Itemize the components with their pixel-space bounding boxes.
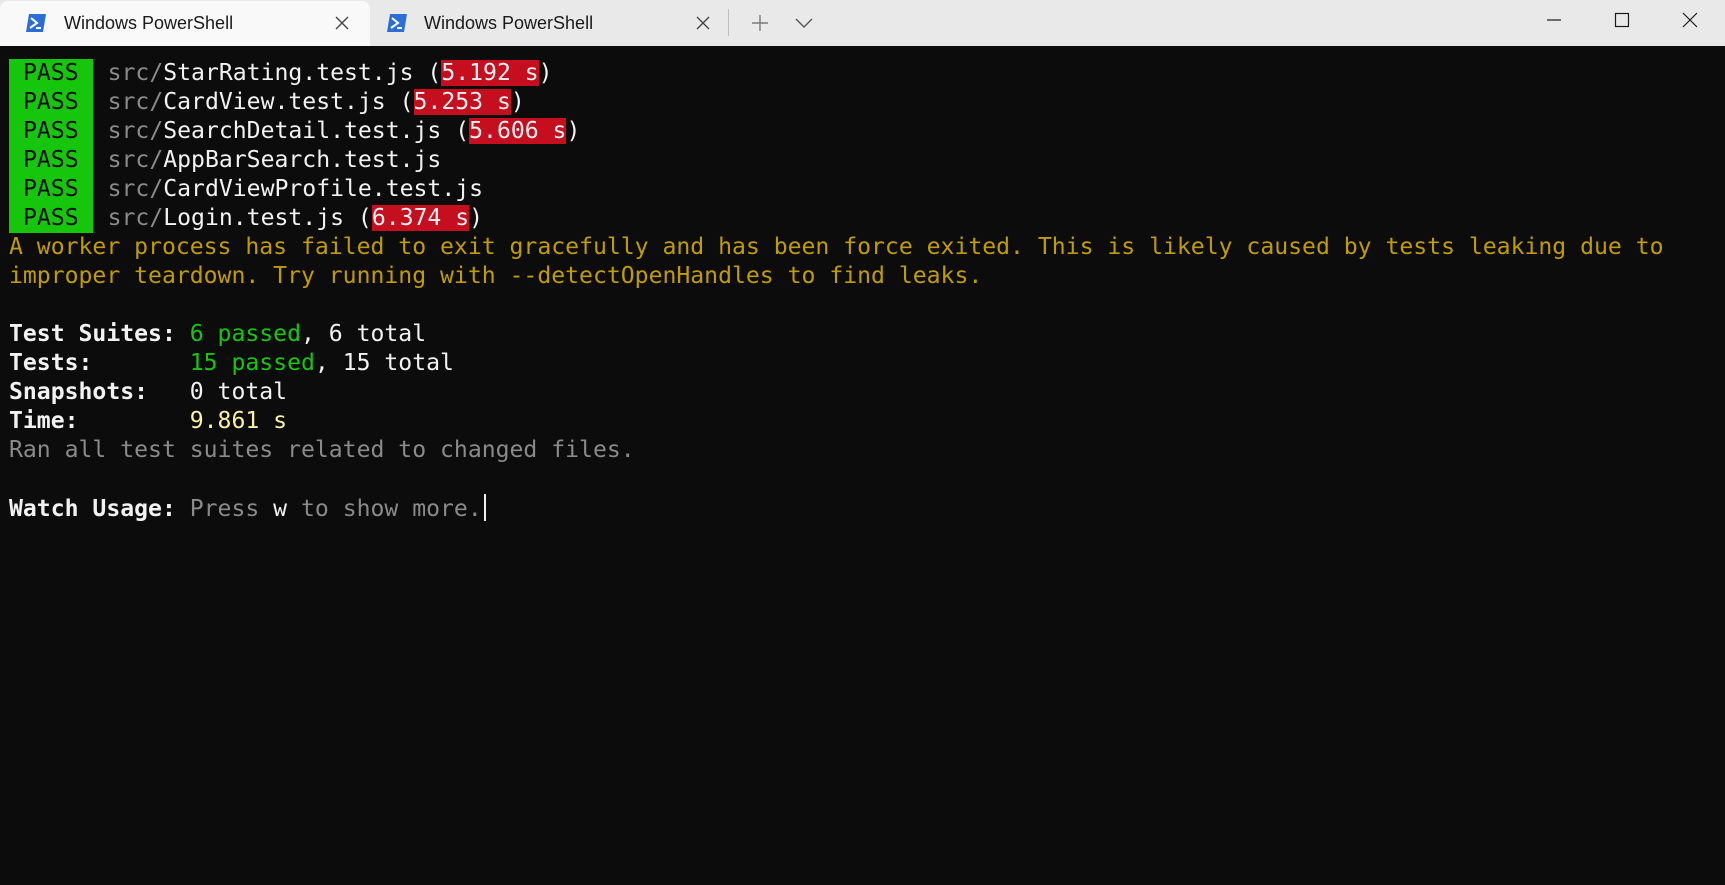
tests-passed: 15 passed bbox=[189, 350, 315, 376]
test-time-badge: 6.374 s bbox=[371, 205, 470, 231]
paren-open: ( bbox=[441, 118, 470, 144]
terminal-window: Windows PowerShell Windows PowerShell PA… bbox=[0, 0, 1725, 885]
powershell-icon bbox=[387, 14, 407, 32]
tests-total: , 15 total bbox=[314, 350, 454, 376]
minimize-button[interactable] bbox=[1520, 0, 1588, 40]
maximize-button[interactable] bbox=[1588, 0, 1656, 40]
powershell-icon bbox=[26, 14, 46, 32]
watch-rest: to show more. bbox=[287, 496, 482, 522]
summary-label: Tests: bbox=[9, 350, 190, 376]
new-tab-plus-icon[interactable] bbox=[741, 8, 779, 38]
tab-divider bbox=[728, 9, 729, 36]
minimize-icon bbox=[1547, 19, 1561, 21]
test-time-badge: 5.606 s bbox=[469, 118, 567, 144]
summary-label: Snapshots: bbox=[9, 379, 190, 405]
file-name: StarRating.test.js bbox=[163, 60, 414, 86]
file-name: Login.test.js bbox=[163, 205, 344, 231]
terminal-output[interactable]: PASS src/StarRating.test.js (5.192 s) PAS… bbox=[9, 59, 1719, 523]
summary-tests: Tests: 15 passed, 15 total bbox=[9, 349, 1719, 378]
close-icon bbox=[1682, 12, 1698, 28]
close-window-button[interactable] bbox=[1656, 0, 1724, 40]
file-dir: src/ bbox=[107, 89, 164, 115]
tab-title: Windows PowerShell bbox=[424, 13, 594, 33]
suites-total: , 6 total bbox=[300, 321, 427, 347]
summary-time: Time: 9.861 s bbox=[9, 407, 1719, 436]
watch-key: w bbox=[273, 496, 288, 522]
worker-warning-line: improper teardown. Try running with --de… bbox=[9, 263, 983, 289]
ran-all-line: Ran all test suites related to changed f… bbox=[9, 437, 635, 463]
watch-press: Press bbox=[189, 496, 274, 522]
tab-powershell-1[interactable]: Windows PowerShell bbox=[0, 1, 370, 46]
paren-close: ) bbox=[566, 118, 581, 144]
file-dir: src/ bbox=[107, 118, 164, 144]
chevron-down-icon[interactable] bbox=[785, 8, 823, 38]
text-cursor bbox=[483, 494, 486, 521]
tab-title: Windows PowerShell bbox=[64, 13, 234, 33]
summary-label: Time: bbox=[9, 408, 190, 434]
title-bar[interactable]: Windows PowerShell Windows PowerShell bbox=[0, 0, 1725, 46]
watch-usage-line[interactable]: Watch Usage: Press w to show more. bbox=[9, 494, 1719, 523]
test-time-badge: 5.192 s bbox=[441, 60, 539, 86]
summary-suites: Test Suites: 6 passed, 6 total bbox=[9, 320, 1719, 349]
suites-passed: 6 passed bbox=[189, 321, 301, 347]
paren-open: ( bbox=[344, 205, 372, 231]
file-dir: src/ bbox=[107, 147, 164, 173]
paren-close: ) bbox=[469, 205, 484, 231]
file-dir: src/ bbox=[107, 205, 164, 231]
test-result-line: PASS src/CardView.test.js (5.253 s) bbox=[9, 88, 1719, 117]
maximize-icon bbox=[1614, 12, 1630, 28]
test-result-line: PASS src/SearchDetail.test.js (5.606 s) bbox=[9, 117, 1719, 146]
worker-warning-line: A worker process has failed to exit grac… bbox=[9, 234, 1664, 260]
paren-open: ( bbox=[413, 60, 442, 86]
file-dir: src/ bbox=[107, 60, 164, 86]
paren-close: ) bbox=[538, 60, 553, 86]
pass-badge: PASS bbox=[9, 146, 93, 175]
test-result-line: PASS src/AppBarSearch.test.js bbox=[9, 146, 1719, 175]
time-value: 9.861 s bbox=[189, 408, 288, 434]
file-dir: src/ bbox=[107, 176, 164, 202]
watch-label: Watch Usage: bbox=[9, 496, 190, 522]
summary-snapshots: Snapshots: 0 total bbox=[9, 378, 1719, 407]
summary-label: Test Suites: bbox=[9, 321, 190, 347]
file-name: SearchDetail.test.js bbox=[163, 118, 442, 144]
tab-powershell-2[interactable]: Windows PowerShell bbox=[372, 1, 727, 46]
pass-badge: PASS bbox=[9, 59, 93, 88]
test-result-line: PASS src/CardViewProfile.test.js bbox=[9, 175, 1719, 204]
snapshots-value: 0 total bbox=[189, 379, 288, 405]
file-name: CardView.test.js bbox=[163, 89, 386, 115]
tab-close-icon[interactable] bbox=[694, 14, 712, 32]
test-result-line: PASS src/StarRating.test.js (5.192 s) bbox=[9, 59, 1719, 88]
pass-badge: PASS bbox=[9, 88, 93, 117]
pass-badge: PASS bbox=[9, 117, 93, 146]
test-result-line: PASS src/Login.test.js (6.374 s) bbox=[9, 204, 1719, 233]
file-name: CardViewProfile.test.js bbox=[163, 176, 484, 202]
pass-badge: PASS bbox=[9, 204, 93, 233]
pass-badge: PASS bbox=[9, 175, 93, 204]
tab-close-icon[interactable] bbox=[333, 14, 351, 32]
paren-open: ( bbox=[385, 89, 414, 115]
test-time-badge: 5.253 s bbox=[413, 89, 511, 115]
paren-close: ) bbox=[510, 89, 525, 115]
file-name: AppBarSearch.test.js bbox=[163, 147, 442, 173]
